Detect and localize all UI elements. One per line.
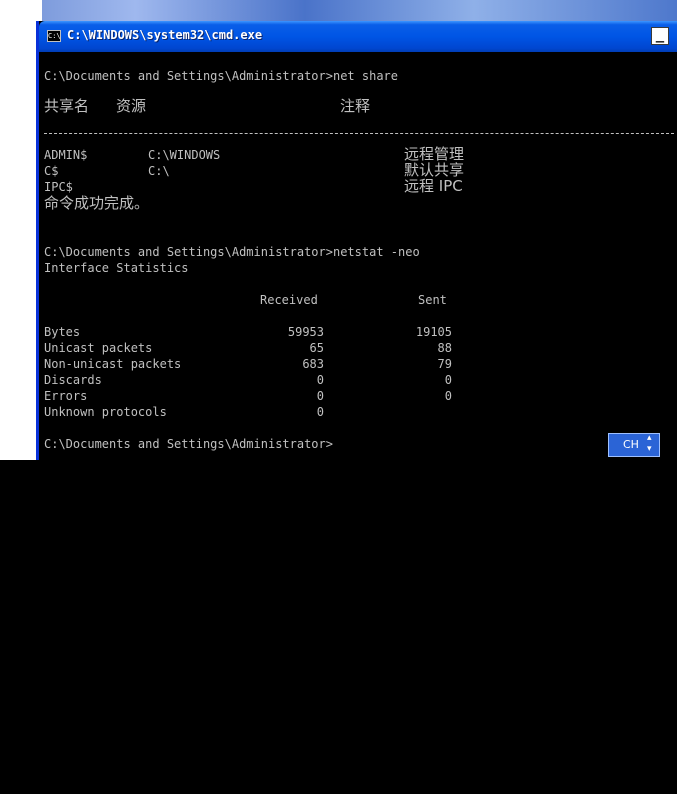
title-bar[interactable]: C:\ C:\WINDOWS\system32\cmd.exe _ (39, 21, 677, 52)
share-resource: C:\WINDOWS (148, 148, 221, 162)
stat-received: 0 (316, 373, 324, 387)
share-remark: 默认共享 (404, 161, 465, 179)
share-resource: C:\ (148, 164, 170, 178)
stat-sent: 0 (444, 373, 452, 387)
stat-received: 65 (309, 341, 324, 355)
stat-label: Discards (44, 373, 102, 387)
stats-header-received: Received (260, 293, 318, 307)
stat-label: Bytes (44, 325, 81, 339)
stat-label: Unknown protocols (44, 405, 167, 419)
stat-received: 0 (316, 389, 324, 403)
separator-line (44, 133, 674, 134)
stat-received: 59953 (287, 325, 324, 339)
console-output[interactable]: C:\Documents and Settings\Administrator>… (44, 52, 677, 460)
stat-label: Errors (44, 389, 88, 403)
minimize-button[interactable]: _ (651, 27, 669, 45)
share-header-remark: 注释 (340, 97, 371, 115)
command-line: C:\Documents and Settings\Administrator>… (44, 69, 399, 83)
share-remark: 远程 IPC (404, 177, 463, 195)
cmd-window[interactable]: C:\ C:\WINDOWS\system32\cmd.exe _ C:\Doc… (36, 21, 677, 460)
command-line: C:\Documents and Settings\Administrator>… (44, 245, 420, 259)
share-name: C$ (44, 164, 59, 178)
stat-received: 0 (316, 405, 324, 419)
stat-sent: 0 (444, 389, 452, 403)
share-header-name: 共享名 (44, 97, 90, 115)
share-name: ADMIN$ (44, 148, 88, 162)
ime-label: CH (623, 438, 639, 451)
stat-received: 683 (302, 357, 324, 371)
share-name: IPC$ (44, 180, 73, 194)
ime-language-button[interactable]: CH ▴ ▾ (608, 433, 660, 457)
cmd-icon[interactable]: C:\ (47, 30, 61, 42)
stats-header-sent: Sent (418, 293, 447, 307)
stat-label: Unicast packets (44, 341, 153, 355)
stats-title: Interface Statistics (44, 261, 189, 275)
share-header-resource: 资源 (116, 97, 147, 115)
stat-sent: 88 (437, 341, 452, 355)
stat-label: Non-unicast packets (44, 357, 182, 371)
scroll-arrows-icon[interactable]: ▴ ▾ (647, 433, 652, 455)
share-done-message: 命令成功完成。 (44, 194, 150, 212)
current-prompt[interactable]: C:\Documents and Settings\Administrator> (44, 436, 333, 452)
desktop-background (0, 0, 677, 22)
stat-sent: 79 (437, 357, 452, 371)
share-remark: 远程管理 (404, 145, 465, 163)
window-title: C:\WINDOWS\system32\cmd.exe (67, 28, 263, 42)
stat-sent: 19105 (415, 325, 452, 339)
